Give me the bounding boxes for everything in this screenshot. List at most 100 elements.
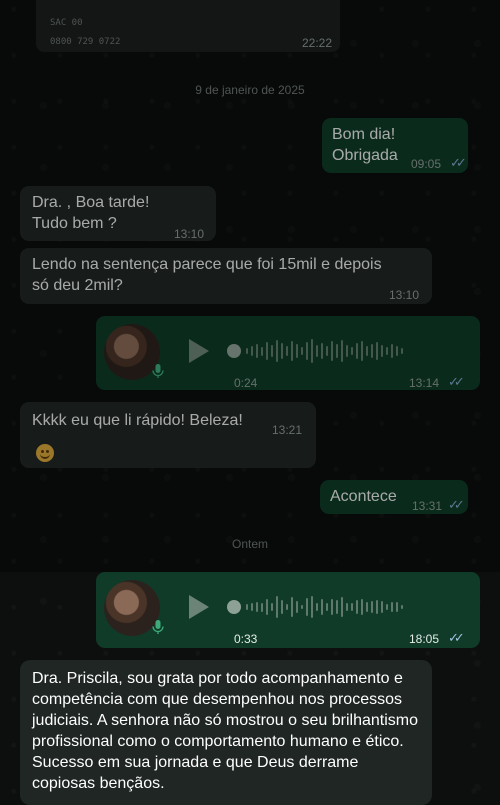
waveform-bar bbox=[396, 346, 398, 356]
waveform-bar bbox=[286, 604, 288, 610]
microphone-icon bbox=[152, 364, 164, 378]
waveform-bar bbox=[361, 599, 363, 615]
receipt-line: 0800 729 0722 bbox=[50, 37, 121, 47]
waveform-bar bbox=[316, 345, 318, 357]
voice-message-bubble[interactable]: 0:33 18:05 ✓✓ bbox=[96, 572, 480, 648]
waveform-bar bbox=[376, 342, 378, 360]
message-text: Kkkk eu que li rápido! Beleza! bbox=[32, 412, 243, 429]
waveform-bar bbox=[301, 605, 303, 609]
read-ticks-icon: ✓✓ bbox=[448, 374, 465, 389]
playback-slider-knob[interactable] bbox=[227, 344, 241, 358]
message-text: só deu 2mil? bbox=[32, 277, 123, 294]
waveform-bar bbox=[246, 348, 248, 354]
message-text: Bom dia! bbox=[332, 126, 396, 143]
read-ticks-icon: ✓✓ bbox=[448, 630, 465, 645]
image-message-receipt[interactable]: SAC 00 0800 729 0722 22:22 bbox=[36, 0, 340, 52]
audio-waveform[interactable] bbox=[246, 337, 403, 365]
read-ticks-icon: ✓✓ bbox=[450, 155, 467, 170]
waveform-bar bbox=[371, 344, 373, 358]
waveform-bar bbox=[381, 601, 383, 613]
message-text: Lendo na sentença parece que foi 15mil e… bbox=[32, 256, 382, 273]
waveform-bar bbox=[341, 597, 343, 617]
play-icon[interactable] bbox=[189, 339, 209, 363]
waveform-bar bbox=[306, 598, 308, 616]
waveform-bar bbox=[401, 605, 403, 609]
waveform-bar bbox=[266, 342, 268, 360]
waveform-bar bbox=[291, 341, 293, 361]
playback-slider-knob[interactable] bbox=[227, 600, 241, 614]
waveform-bar bbox=[311, 596, 313, 618]
waveform-bar bbox=[331, 599, 333, 615]
message-bubble-outgoing[interactable]: Bom dia! Obrigada 09:05 ✓✓ bbox=[322, 118, 468, 173]
waveform-bar bbox=[311, 339, 313, 363]
waveform-bar bbox=[341, 340, 343, 362]
message-time: 18:05 bbox=[409, 632, 440, 646]
waveform-bar bbox=[346, 603, 348, 611]
waveform-bar bbox=[256, 602, 258, 612]
waveform-bar bbox=[246, 604, 248, 610]
receipt-line: SAC 00 bbox=[50, 18, 83, 28]
waveform-bar bbox=[386, 604, 388, 610]
waveform-bar bbox=[251, 346, 253, 356]
waveform-bar bbox=[391, 344, 393, 358]
message-bubble-incoming[interactable]: Kkkk eu que li rápido! Beleza! 13:21 bbox=[20, 402, 316, 468]
waveform-bar bbox=[281, 343, 283, 359]
waveform-bar bbox=[291, 597, 293, 617]
voice-duration: 0:33 bbox=[234, 632, 258, 646]
message-bubble-incoming[interactable]: Dra. , Boa tarde! Tudo bem ? 13:10 bbox=[20, 186, 216, 241]
waveform-bar bbox=[301, 347, 303, 355]
message-time: 09:05 bbox=[411, 157, 442, 171]
message-time: 13:10 bbox=[389, 288, 420, 302]
message-bubble-incoming[interactable]: Dra. Priscila, sou grata por todo acompa… bbox=[20, 660, 432, 805]
message-text: Obrigada bbox=[332, 147, 398, 164]
waveform-bar bbox=[356, 343, 358, 359]
waveform-bar bbox=[351, 603, 353, 611]
waveform-bar bbox=[371, 601, 373, 613]
waveform-bar bbox=[381, 345, 383, 357]
waveform-bar bbox=[336, 600, 338, 614]
message-text: Tudo bem ? bbox=[32, 215, 117, 232]
waveform-bar bbox=[281, 600, 283, 614]
message-time: 13:10 bbox=[174, 227, 205, 241]
voice-message-bubble[interactable]: 0:24 13:14 ✓✓ bbox=[96, 316, 480, 390]
waveform-bar bbox=[351, 347, 353, 355]
waveform-bar bbox=[306, 342, 308, 360]
waveform-bar bbox=[366, 346, 368, 356]
waveform-bar bbox=[331, 341, 333, 361]
waveform-bar bbox=[271, 603, 273, 611]
waveform-bar bbox=[266, 599, 268, 615]
play-icon[interactable] bbox=[189, 595, 209, 619]
message-text: Acontece bbox=[330, 488, 397, 505]
message-time: 13:31 bbox=[412, 499, 443, 513]
message-time: 22:22 bbox=[301, 36, 332, 50]
message-bubble-incoming[interactable]: Lendo na sentença parece que foi 15mil e… bbox=[20, 248, 432, 304]
waveform-bar bbox=[321, 599, 323, 615]
waveform-bar bbox=[261, 602, 263, 612]
waveform-bar bbox=[261, 346, 263, 356]
date-divider: 9 de janeiro de 2025 bbox=[195, 83, 305, 97]
waveform-bar bbox=[286, 346, 288, 356]
waveform-bar bbox=[296, 601, 298, 613]
waveform-bar bbox=[336, 344, 338, 358]
message-text: Dra. , Boa tarde! bbox=[32, 194, 150, 211]
waveform-bar bbox=[326, 603, 328, 611]
waveform-bar bbox=[276, 340, 278, 362]
read-ticks-icon: ✓✓ bbox=[448, 497, 465, 512]
waveform-bar bbox=[321, 343, 323, 359]
waveform-bar bbox=[401, 348, 403, 354]
waveform-bar bbox=[366, 602, 368, 612]
waveform-bar bbox=[391, 602, 393, 612]
audio-waveform[interactable] bbox=[246, 593, 403, 621]
voice-duration: 0:24 bbox=[234, 376, 258, 390]
waveform-bar bbox=[276, 596, 278, 618]
waveform-bar bbox=[256, 344, 258, 358]
microphone-icon bbox=[152, 620, 164, 634]
date-divider: Ontem bbox=[231, 537, 268, 551]
waveform-bar bbox=[271, 345, 273, 357]
waveform-bar bbox=[316, 603, 318, 611]
message-time: 13:21 bbox=[272, 423, 303, 437]
message-time: 13:14 bbox=[409, 376, 440, 390]
waveform-bar bbox=[326, 346, 328, 356]
message-bubble-outgoing[interactable]: Acontece 13:31 ✓✓ bbox=[320, 480, 468, 514]
waveform-bar bbox=[361, 341, 363, 361]
